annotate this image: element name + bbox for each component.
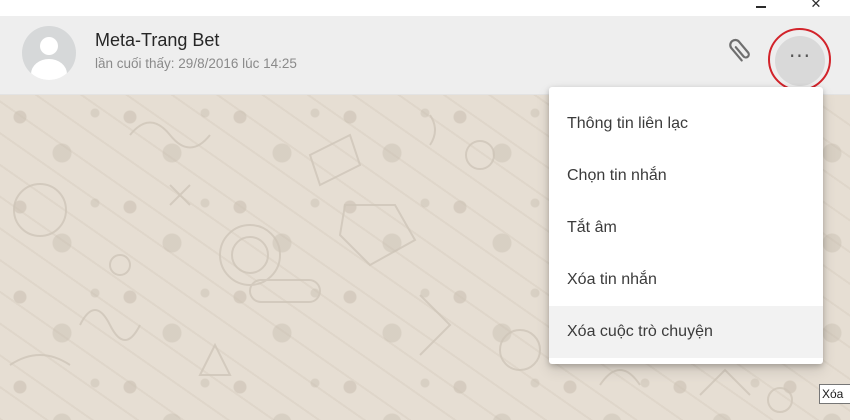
menu-item-clear-messages[interactable]: Xóa tin nhắn: [549, 254, 823, 306]
avatar[interactable]: [22, 26, 76, 80]
menu-item-contact-info[interactable]: Thông tin liên lạc: [549, 98, 823, 150]
paperclip-icon[interactable]: [722, 34, 756, 68]
last-seen-status: lần cuối thấy: 29/8/2016 lúc 14:25: [95, 56, 297, 71]
menu-item-mute[interactable]: Tắt âm: [549, 202, 823, 254]
minimize-icon[interactable]: [753, 0, 769, 16]
window-title-bar: ✕: [0, 0, 850, 16]
chat-header: Meta-Trang Bet lần cuối thấy: 29/8/2016 …: [0, 16, 850, 95]
close-icon[interactable]: ✕: [808, 0, 824, 14]
contact-name[interactable]: Meta-Trang Bet: [95, 30, 219, 51]
tooltip: Xóa: [819, 384, 850, 404]
more-options-icon: ···: [788, 44, 812, 68]
paperclip-icon-graphic: [729, 38, 750, 62]
menu-item-delete-chat[interactable]: Xóa cuộc trò chuyện: [549, 306, 823, 358]
chat-options-menu: Thông tin liên lạc Chọn tin nhắn Tắt âm …: [549, 87, 823, 364]
more-options-button[interactable]: ···: [775, 36, 825, 86]
menu-item-select-messages[interactable]: Chọn tin nhắn: [549, 150, 823, 202]
